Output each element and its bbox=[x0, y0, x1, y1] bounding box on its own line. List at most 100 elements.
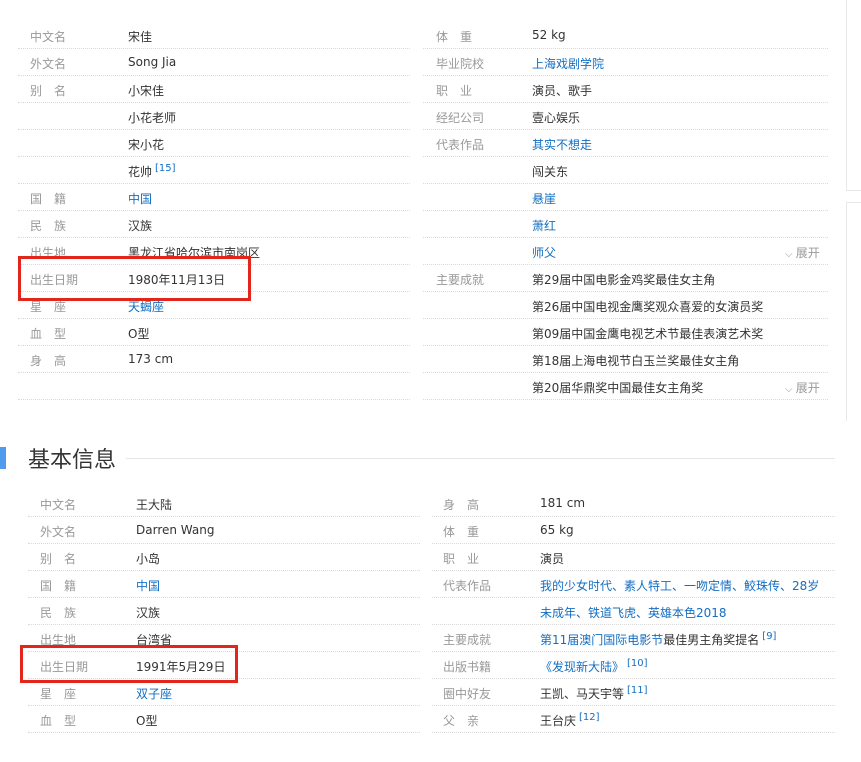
field-label: 身 高 bbox=[443, 498, 480, 512]
info-row bbox=[423, 76, 828, 103]
field-value-link[interactable]: 未成年、铁道飞虎、英雄本色2018 bbox=[540, 606, 727, 620]
info-row bbox=[432, 544, 835, 571]
field-value-text: 小岛 bbox=[136, 552, 161, 566]
info-row bbox=[28, 517, 420, 544]
expand-label: 展开 bbox=[795, 246, 820, 260]
info-row bbox=[18, 22, 410, 49]
person1-info-panel: 中文名 宋佳 外文名 Song Jia 别 名 小宋佳 小花老师 宋小花 花帅 [15] 国 籍 中国… bbox=[0, 0, 861, 421]
field-label: 星 座 bbox=[40, 687, 77, 701]
field-label: 血 型 bbox=[30, 327, 67, 341]
field-value: 双子座 bbox=[136, 685, 172, 702]
section-title: 基本信息 bbox=[28, 448, 117, 473]
info-row bbox=[18, 157, 410, 184]
field-value: 汉族 bbox=[136, 604, 160, 621]
field-label: 别 名 bbox=[30, 84, 67, 98]
field-value-text: 花帅 bbox=[128, 165, 153, 179]
field-value: O型 bbox=[128, 325, 149, 342]
field-value: 演员、歌手 bbox=[532, 82, 592, 99]
field-value: 181 cm bbox=[540, 496, 585, 510]
field-value-text: 第09届中国金鹰电视艺术节最佳表演艺术奖 bbox=[532, 327, 764, 341]
field-label: 外文名 bbox=[40, 525, 77, 539]
field-value: 未成年、铁道飞虎、英雄本色2018 bbox=[540, 604, 727, 621]
field-label: 职 业 bbox=[436, 84, 473, 98]
expand-toggle[interactable]: ⌵ 展开 bbox=[785, 244, 820, 261]
field-value: 悬崖 bbox=[532, 190, 556, 207]
field-label: 民 族 bbox=[30, 219, 67, 233]
field-label: 主要成就 bbox=[436, 273, 485, 287]
field-label: 血 型 bbox=[40, 714, 77, 728]
field-value-text: 汉族 bbox=[136, 606, 161, 620]
reference-link[interactable]: [11] bbox=[627, 685, 648, 696]
field-value: Song Jia bbox=[128, 55, 176, 69]
field-label: 代表作品 bbox=[443, 579, 492, 593]
field-value: 宋佳 bbox=[128, 28, 152, 45]
field-value-text: 壹心娱乐 bbox=[532, 111, 581, 125]
info-row bbox=[28, 490, 420, 517]
expand-label: 展开 bbox=[795, 381, 820, 395]
field-value-text: 汉族 bbox=[128, 219, 153, 233]
field-value-link[interactable]: 其实不想走 bbox=[532, 138, 592, 152]
birthdate-highlight-box-1 bbox=[18, 256, 251, 301]
info-row bbox=[432, 517, 835, 544]
field-value-link[interactable]: 《发现新大陆》 bbox=[540, 660, 624, 674]
field-label: 父 亲 bbox=[443, 714, 480, 728]
field-value-text: 闯关东 bbox=[532, 165, 569, 179]
field-value: 65 kg bbox=[540, 523, 574, 537]
field-value-text: 52 kg bbox=[532, 28, 566, 42]
reference-link[interactable]: [10] bbox=[627, 658, 648, 669]
field-label: 民 族 bbox=[40, 606, 77, 620]
info-row bbox=[28, 571, 420, 598]
info-row bbox=[423, 157, 828, 184]
field-label: 体 重 bbox=[436, 30, 473, 44]
reference-link[interactable]: [9] bbox=[762, 631, 776, 642]
field-value-text: 王大陆 bbox=[136, 498, 173, 512]
field-value-link[interactable]: 中国 bbox=[136, 579, 160, 593]
section-divider bbox=[126, 458, 835, 459]
reference-link[interactable]: [15] bbox=[155, 163, 176, 174]
field-value-text: 宋小花 bbox=[128, 138, 165, 152]
field-value-text: 王台庆 bbox=[540, 714, 577, 728]
field-value-text: 第20届华鼎奖中国最佳女主角奖 bbox=[532, 381, 704, 395]
field-value: 萧红 bbox=[532, 217, 556, 234]
field-value-text: 王凯、马天宇等 bbox=[540, 687, 625, 701]
field-value-text: O型 bbox=[128, 327, 150, 341]
field-label: 毕业院校 bbox=[436, 57, 485, 71]
field-value: 小花老师 bbox=[128, 109, 176, 126]
field-value-text: 最佳男主角奖提名 bbox=[663, 633, 760, 647]
field-value-text: 演员 bbox=[540, 552, 565, 566]
field-label: 主要成就 bbox=[443, 633, 492, 647]
chevron-down-icon: ⌵ bbox=[785, 384, 796, 395]
field-label: 身 高 bbox=[30, 354, 67, 368]
side-panel-edge bbox=[846, 0, 861, 421]
field-value-link[interactable]: 悬崖 bbox=[532, 192, 556, 206]
field-label: 国 籍 bbox=[40, 579, 77, 593]
field-value: 王台庆 [12] bbox=[540, 712, 600, 729]
field-value-link[interactable]: 第11届澳门国际电影节 bbox=[540, 633, 663, 647]
field-value-text: 181 cm bbox=[540, 496, 586, 510]
field-value-text: 173 cm bbox=[128, 352, 174, 366]
chevron-down-icon: ⌵ bbox=[785, 249, 796, 260]
field-value-text: O型 bbox=[136, 714, 158, 728]
field-value: 第29届中国电影金鸡奖最佳女主角 bbox=[532, 271, 715, 288]
section-accent-bar bbox=[0, 447, 6, 469]
field-value-link[interactable]: 萧红 bbox=[532, 219, 556, 233]
field-value-link[interactable]: 中国 bbox=[128, 192, 152, 206]
expand-toggle[interactable]: ⌵ 展开 bbox=[785, 379, 820, 396]
info-row bbox=[28, 598, 420, 625]
field-value-link[interactable]: 我的少女时代、素人特工、一吻定情、鮫珠传、28岁 bbox=[540, 579, 819, 593]
field-value: O型 bbox=[136, 712, 157, 729]
field-value: 中国 bbox=[136, 577, 160, 594]
field-value: 第18届上海电视节白玉兰奖最佳女主角 bbox=[532, 352, 739, 369]
field-value-link[interactable]: 上海戏剧学院 bbox=[532, 57, 604, 71]
field-value-link[interactable]: 师父 bbox=[532, 246, 556, 260]
info-row bbox=[18, 49, 410, 76]
field-value-link[interactable]: 双子座 bbox=[136, 687, 172, 701]
reference-link[interactable]: [12] bbox=[579, 712, 600, 723]
field-value-link[interactable]: 天蝎座 bbox=[128, 300, 164, 314]
info-row bbox=[423, 211, 828, 238]
field-value: 《发现新大陆》 [10] bbox=[540, 658, 648, 675]
info-row bbox=[18, 346, 410, 373]
field-value-text: 第29届中国电影金鸡奖最佳女主角 bbox=[532, 273, 716, 287]
field-value-text: Song Jia bbox=[128, 55, 177, 69]
field-value: 52 kg bbox=[532, 28, 566, 42]
